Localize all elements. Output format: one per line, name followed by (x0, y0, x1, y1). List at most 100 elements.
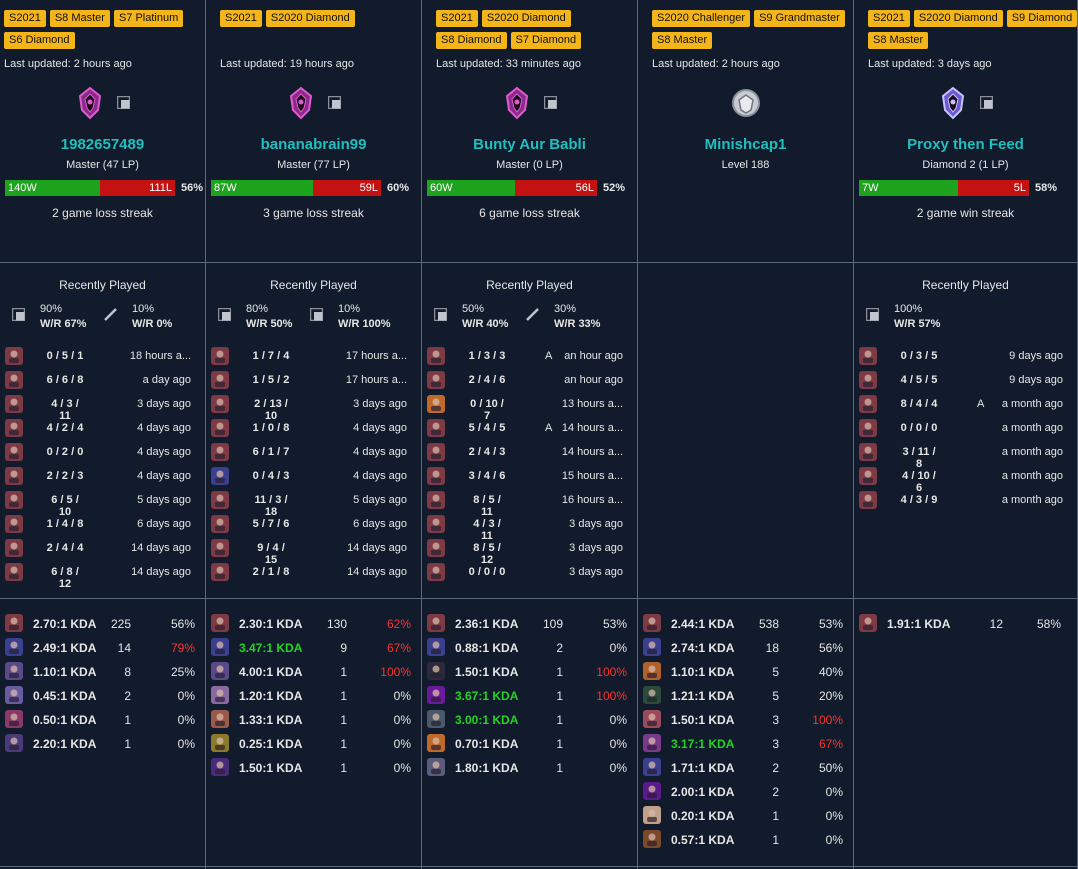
recent-game-row[interactable]: 0 / 2 / 0 4 days ago (5, 443, 191, 463)
game-time-ago: a month ago (1001, 470, 1063, 482)
champion-stat-row[interactable]: 1.10:1 KDA 5 40% (643, 662, 849, 682)
champion-stat-row[interactable]: 0.50:1 KDA 1 0% (5, 710, 201, 730)
champion-stat-row[interactable]: 4.00:1 KDA 1 100% (211, 662, 417, 682)
recent-game-row[interactable]: 1 / 7 / 4 17 hours a... (211, 347, 407, 367)
champion-stat-row[interactable]: 3.00:1 KDA 1 0% (427, 710, 633, 730)
champion-stat-row[interactable]: 0.25:1 KDA 1 0% (211, 734, 417, 754)
recent-game-row[interactable]: 6 / 1 / 7 4 days ago (211, 443, 407, 463)
champion-stat-row[interactable]: 1.50:1 KDA 3 100% (643, 710, 849, 730)
champion-stat-row[interactable]: 3.17:1 KDA 3 67% (643, 734, 849, 754)
recent-game-row[interactable]: 11 / 3 / 18 5 days ago (211, 491, 407, 518)
recent-game-row[interactable]: 0 / 4 / 3 4 days ago (211, 467, 407, 487)
game-kda: 0 / 0 / 0 (900, 422, 938, 434)
recent-game-row[interactable]: 1 / 0 / 8 4 days ago (211, 419, 407, 439)
summoner-name-link[interactable]: 1982657489 (0, 136, 205, 153)
recent-game-row[interactable]: 3 / 4 / 6 15 hours a... (427, 467, 623, 487)
game-time-ago: 16 hours a... (561, 494, 623, 506)
game-kda: 1 / 3 / 3 (468, 350, 506, 362)
champion-stat-row[interactable]: 1.21:1 KDA 5 20% (643, 686, 849, 706)
player-column: S2021 S2020 Diamond S8 Diamond S7 Diamond La… (422, 0, 638, 869)
recent-game-row[interactable]: 2 / 4 / 4 14 days ago (5, 539, 191, 559)
champion-stat-row[interactable]: 0.45:1 KDA 2 0% (5, 686, 201, 706)
champion-stat-row[interactable]: 1.71:1 KDA 2 50% (643, 758, 849, 778)
summoner-name-link[interactable]: Minishcap1 (638, 136, 853, 153)
champion-stat-row[interactable]: 3.47:1 KDA 9 67% (211, 638, 417, 658)
recent-game-row[interactable]: 2 / 2 / 3 4 days ago (5, 467, 191, 487)
champion-stat-row[interactable]: 2.70:1 KDA 225 56% (5, 614, 201, 634)
recent-game-row[interactable]: 6 / 5 / 10 5 days ago (5, 491, 191, 518)
game-kda: 4 / 5 / 5 (900, 374, 938, 386)
recent-game-row[interactable]: 2 / 4 / 3 14 hours a... (427, 443, 623, 463)
game-time-ago: 14 days ago (347, 542, 407, 554)
recent-game-row[interactable]: 5 / 4 / 5 A 14 hours a... (427, 419, 623, 439)
champion-kda: 1.10:1 KDA (33, 665, 97, 679)
champion-icon (5, 515, 23, 533)
games-played: 1 (556, 689, 563, 703)
recent-game-row[interactable]: 4 / 5 / 5 9 days ago (859, 371, 1063, 391)
recent-game-row[interactable]: 2 / 4 / 6 an hour ago (427, 371, 623, 391)
champion-stat-row[interactable]: 2.49:1 KDA 14 79% (5, 638, 201, 658)
game-kda: 0 / 3 / 5 (900, 350, 938, 362)
recent-game-row[interactable]: 6 / 6 / 8 a day ago (5, 371, 191, 391)
summoner-name-link[interactable]: bananabrain99 (206, 136, 421, 153)
champion-stat-row[interactable]: 1.50:1 KDA 1 100% (427, 662, 633, 682)
champion-stat-row[interactable]: 1.10:1 KDA 8 25% (5, 662, 201, 682)
recent-game-row[interactable]: 1 / 3 / 3 Aan hour ago (427, 347, 623, 367)
recent-game-row[interactable]: 3 / 11 / 8a month ago (859, 443, 1063, 470)
recent-game-row[interactable]: 1 / 4 / 8 6 days ago (5, 515, 191, 535)
recent-game-row[interactable]: 4 / 3 / 9 a month ago (859, 491, 1063, 511)
champion-stat-row[interactable]: 0.57:1 KDA 1 0% (643, 830, 849, 850)
recent-game-row[interactable]: 2 / 1 / 8 14 days ago (211, 563, 407, 583)
champion-stat-row[interactable]: 0.70:1 KDA 1 0% (427, 734, 633, 754)
game-time-ago: a month ago (1001, 422, 1063, 434)
recent-game-row[interactable]: 0 / 0 / 0 a month ago (859, 419, 1063, 439)
recent-game-row[interactable]: 0 / 10 / 7 13 hours a... (427, 395, 623, 422)
games-played: 1 (340, 737, 347, 751)
champion-stat-row[interactable]: 1.50:1 KDA 1 0% (211, 758, 417, 778)
champion-stat-row[interactable]: 1.91:1 KDA 12 58% (859, 614, 1073, 634)
recent-game-row[interactable]: 0 / 3 / 5 9 days ago (859, 347, 1063, 367)
champion-icon (859, 347, 877, 365)
recent-game-row[interactable]: 0 / 5 / 1 18 hours a... (5, 347, 191, 367)
champion-stat-row[interactable]: 1.20:1 KDA 1 0% (211, 686, 417, 706)
champion-win-rate: 56% (818, 641, 843, 655)
champion-stat-row[interactable]: 0.88:1 KDA 2 0% (427, 638, 633, 658)
games-played: 3 (772, 737, 779, 751)
recent-game-row[interactable]: 5 / 7 / 6 6 days ago (211, 515, 407, 535)
champion-stat-row[interactable]: 3.67:1 KDA 1 100% (427, 686, 633, 706)
game-role-tag: A (545, 422, 553, 434)
recent-game-row[interactable]: 8 / 5 / 11 16 hours a... (427, 491, 623, 518)
recent-game-row[interactable]: 4 / 3 / 11 3 days ago (427, 515, 623, 542)
champion-stat-row[interactable]: 2.20:1 KDA 1 0% (5, 734, 201, 754)
recent-game-row[interactable]: 8 / 5 / 12 3 days ago (427, 539, 623, 566)
recent-game-row[interactable]: 4 / 3 / 11 3 days ago (5, 395, 191, 422)
player-column: S2020 Challenger S9 Grandmaster S8 Master L… (638, 0, 854, 869)
champion-kda: 1.50:1 KDA (671, 713, 735, 727)
champion-stat-row[interactable]: 2.00:1 KDA 2 0% (643, 782, 849, 802)
champion-stat-row[interactable]: 2.44:1 KDA 538 53% (643, 614, 849, 634)
champion-stat-row[interactable]: 2.36:1 KDA 109 53% (427, 614, 633, 634)
recent-game-row[interactable]: 2 / 13 / 10 3 days ago (211, 395, 407, 422)
champion-stat-row[interactable]: 2.74:1 KDA 18 56% (643, 638, 849, 658)
recent-game-row[interactable]: 8 / 4 / 4 Aa month ago (859, 395, 1063, 415)
champion-stat-row[interactable]: 0.20:1 KDA 1 0% (643, 806, 849, 826)
recent-game-row[interactable]: 4 / 2 / 4 4 days ago (5, 419, 191, 439)
game-kda: 5 / 4 / 5 (468, 422, 506, 434)
season-tag-badge: S8 Master (652, 32, 713, 49)
summoner-name-link[interactable]: Proxy then Feed (854, 136, 1077, 153)
recent-game-row[interactable]: 6 / 8 / 12 14 days ago (5, 563, 191, 590)
summoner-name-link[interactable]: Bunty Aur Babli (422, 136, 637, 153)
last-updated-text: Last updated: 19 hours ago (216, 58, 431, 70)
champion-kda: 1.33:1 KDA (239, 713, 303, 727)
recent-game-row[interactable]: 0 / 0 / 0 3 days ago (427, 563, 623, 583)
multisearch-board: S2021 S8 Master S7 PlatinumS6 Diamond Last … (0, 0, 1078, 869)
champion-icon (5, 347, 23, 365)
champion-stat-row[interactable]: 1.80:1 KDA 1 0% (427, 758, 633, 778)
recent-game-row[interactable]: 1 / 5 / 2 17 hours a... (211, 371, 407, 391)
recent-game-row[interactable]: 9 / 4 / 15 14 days ago (211, 539, 407, 566)
recent-game-row[interactable]: 4 / 10 / 6a month ago (859, 467, 1063, 494)
champion-icon (643, 638, 661, 656)
champion-stat-row[interactable]: 1.33:1 KDA 1 0% (211, 710, 417, 730)
champion-stat-row[interactable]: 2.30:1 KDA 130 62% (211, 614, 417, 634)
game-time-ago: a month ago (1001, 494, 1063, 506)
